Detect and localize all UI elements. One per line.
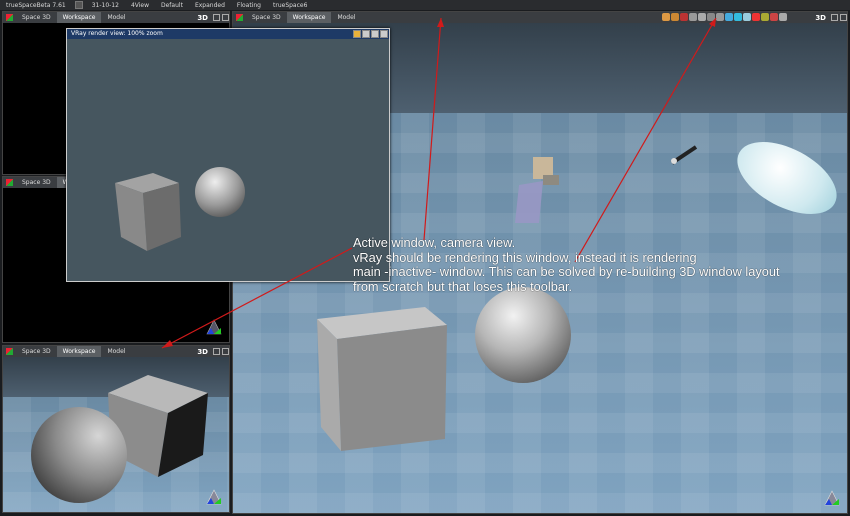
note-line-2: vRay should be rendering this window, in… [353, 249, 697, 265]
maximize-icon[interactable] [371, 30, 379, 38]
annotation-note: Active window, camera view. vRay should … [353, 235, 833, 294]
tool-icon[interactable] [680, 13, 688, 21]
tab-model[interactable]: Model [331, 12, 361, 23]
tool-icon[interactable] [779, 13, 787, 21]
axis-gizmo-icon [206, 319, 222, 335]
app-titlebar: trueSpaceBeta 7.61 31-10-12 4View Defaul… [0, 0, 850, 10]
tool-icon[interactable] [734, 13, 742, 21]
tool-icon[interactable] [761, 13, 769, 21]
camera-viewport[interactable] [3, 357, 229, 512]
tool-icon[interactable] [689, 13, 697, 21]
render-canvas [67, 39, 389, 281]
axis-gizmo-icon [824, 490, 840, 506]
maximize-icon[interactable] [213, 14, 220, 21]
view-toolbar [662, 13, 787, 21]
space3d-icon [6, 348, 13, 355]
note-line-4: from scratch but that loses this toolbar… [353, 278, 573, 294]
date-label: 31-10-12 [91, 1, 119, 9]
tool-icon[interactable] [707, 13, 715, 21]
minimize-icon[interactable] [362, 30, 370, 38]
tool-icon[interactable] [716, 13, 724, 21]
tool-icon[interactable] [770, 13, 778, 21]
cube-object[interactable] [315, 299, 455, 455]
app-title: trueSpaceBeta 7.61 [6, 1, 66, 9]
tool-icon[interactable] [725, 13, 733, 21]
render-window-title: VRay render view: 100% zoom [71, 30, 163, 37]
space3d-icon [6, 179, 13, 186]
close-icon[interactable] [222, 348, 229, 355]
tool-icon[interactable] [752, 13, 760, 21]
camera-object[interactable] [509, 153, 569, 225]
maximize-icon[interactable] [213, 348, 220, 355]
sphere-object[interactable] [31, 407, 127, 503]
view-tabs: Space 3D Workspace Model 3D [3, 12, 229, 23]
view-3d-badge: 3D [197, 13, 208, 22]
tab-space3d[interactable]: Space 3D [16, 12, 57, 23]
tab-workspace[interactable]: Workspace [286, 12, 332, 23]
tab-space3d[interactable]: Space 3D [246, 12, 287, 23]
note-line-3: main -inactive- window. This can be solv… [353, 264, 780, 279]
tab-model[interactable]: Model [101, 12, 131, 23]
view-tabs: Space 3D Workspace Model 3D [233, 12, 847, 23]
close-icon[interactable] [840, 14, 847, 21]
space3d-icon [6, 14, 13, 21]
layout-default[interactable]: Default [155, 2, 189, 9]
tab-space3d[interactable]: Space 3D [16, 346, 57, 357]
layout-floating[interactable]: Floating [231, 2, 267, 9]
vray-logo-icon [353, 30, 361, 38]
tab-workspace[interactable]: Workspace [56, 346, 102, 357]
tab-space3d[interactable]: Space 3D [16, 177, 57, 188]
space3d-icon [236, 14, 243, 21]
rendered-cube [115, 173, 181, 251]
sphere-object[interactable] [475, 287, 571, 383]
view-3d-badge: 3D [197, 347, 208, 356]
light-object[interactable] [669, 143, 699, 167]
tab-model[interactable]: Model [101, 346, 131, 357]
layout-truespace6[interactable]: trueSpace6 [267, 2, 313, 9]
render-window-titlebar[interactable]: VRay render view: 100% zoom [67, 29, 389, 39]
close-icon[interactable] [222, 14, 229, 21]
maximize-icon[interactable] [831, 14, 838, 21]
view-bottom-left-active[interactable]: Space 3D Workspace Model 3D [2, 345, 230, 513]
tool-icon[interactable] [662, 13, 670, 21]
axis-gizmo-icon [206, 489, 222, 505]
view-tabs: Space 3D Workspace Model 3D [3, 346, 229, 357]
close-icon[interactable] [380, 30, 388, 38]
vray-render-window[interactable]: VRay render view: 100% zoom [66, 28, 390, 282]
rendered-sphere [195, 167, 245, 217]
tab-workspace[interactable]: Workspace [56, 12, 102, 23]
note-line-1: Active window, camera view. [353, 235, 516, 250]
layout-dropdown[interactable] [74, 1, 83, 9]
view-3d-badge: 3D [815, 13, 826, 22]
tool-icon[interactable] [698, 13, 706, 21]
tool-icon[interactable] [743, 13, 751, 21]
tool-icon[interactable] [671, 13, 679, 21]
layout-4view[interactable]: 4View [125, 2, 155, 9]
layout-expanded[interactable]: Expanded [189, 2, 231, 9]
